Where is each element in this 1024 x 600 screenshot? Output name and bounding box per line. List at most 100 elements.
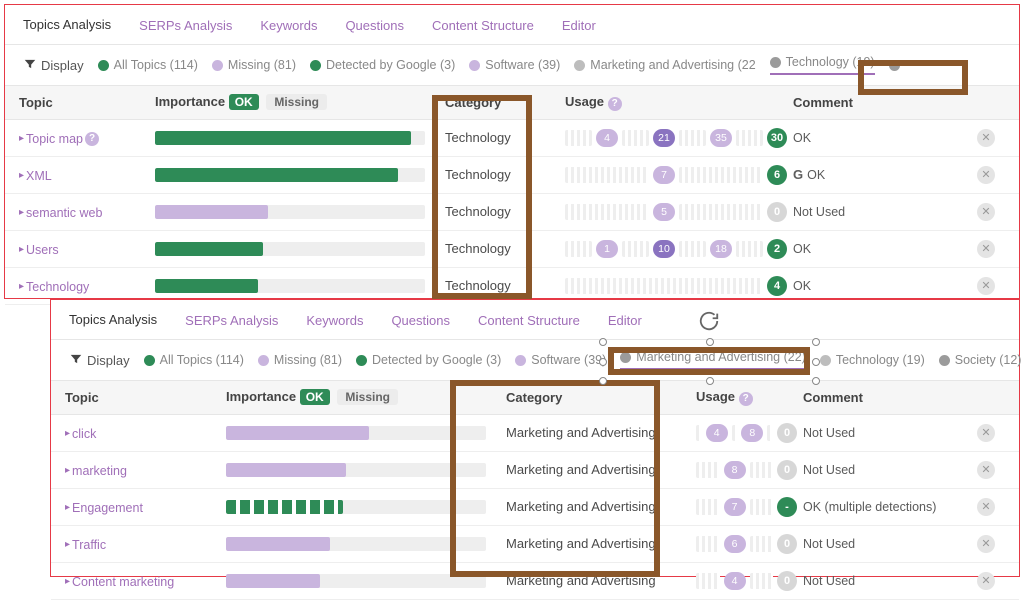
filter-technology[interactable]: Technology (19) [770,55,875,75]
usage-track: 50 [565,202,787,222]
tab-topics-analysis[interactable]: Topics Analysis [23,17,111,44]
topic-link[interactable]: ▸marketing [65,464,127,478]
topic-link[interactable]: ▸semantic web [19,206,102,220]
ok-badge[interactable]: OK [300,389,330,405]
ok-badge[interactable]: OK [229,94,259,110]
remove-row-button[interactable]: ✕ [977,240,995,258]
filter-all-topics[interactable]: All Topics (114) [144,353,244,367]
comment-text: GOK [793,168,825,182]
remove-row-button[interactable]: ✕ [977,461,995,479]
remove-row-button[interactable]: ✕ [977,129,995,147]
col-topic: Topic [19,95,149,110]
usage-count-badge: - [777,497,797,517]
tab-keywords[interactable]: Keywords [260,18,317,43]
usage-track: 60 [696,534,797,554]
topic-link[interactable]: ▸Content marketing [65,575,174,589]
tab-serps-analysis[interactable]: SERPs Analysis [185,313,278,338]
usage-pill: 10 [653,240,675,258]
topic-link[interactable]: ▸XML [19,169,52,183]
tab-questions[interactable]: Questions [391,313,450,338]
tab-content-structure[interactable]: Content Structure [432,18,534,43]
category-cell: Technology [439,130,559,145]
filter-marketing[interactable]: Marketing and Advertising (22 [574,58,755,72]
filter-software[interactable]: Software (39) [515,353,606,367]
usage-count-badge: 2 [767,239,787,259]
col-category: Category [500,390,690,405]
usage-pill: 21 [653,129,675,147]
category-cell: Marketing and Advertising [500,462,690,477]
tab-serps-analysis[interactable]: SERPs Analysis [139,18,232,43]
caret-right-icon: ▸ [19,281,24,292]
remove-row-button[interactable]: ✕ [977,277,995,295]
tab-content-structure[interactable]: Content Structure [478,313,580,338]
dot-icon [889,60,900,71]
google-icon: G [793,167,803,182]
usage-pill: 5 [653,203,675,221]
funnel-icon [69,352,83,369]
remove-row-button[interactable]: ✕ [977,203,995,221]
usage-count-badge: 0 [777,460,797,480]
importance-bar [226,500,486,514]
category-cell: Technology [439,167,559,182]
col-importance: Importance OK Missing [220,389,500,405]
table-header: Topic Importance OK Missing Category Usa… [51,381,1019,415]
usage-count-badge: 0 [777,423,797,443]
usage-pill: 6 [724,535,746,553]
dot-icon [258,355,269,366]
table-row: ▸UsersTechnology110182OK✕ [5,231,1019,268]
filter-missing[interactable]: Missing (81) [212,58,296,72]
caret-right-icon: ▸ [19,244,24,255]
filter-all-topics[interactable]: All Topics (114) [98,58,198,72]
col-usage: Usage ? [559,94,787,111]
topic-link[interactable]: ▸Technology [19,280,89,294]
comment-text: OK [793,131,811,145]
filter-society[interactable]: Society (12) [939,353,1022,367]
comment-text: Not Used [803,574,855,588]
tab-topics-analysis[interactable]: Topics Analysis [69,312,157,339]
topic-link[interactable]: ▸Engagement [65,501,143,515]
tab-editor[interactable]: Editor [562,18,596,43]
table-row: ▸marketingMarketing and Advertising80Not… [51,452,1019,489]
filter-detected-google[interactable]: Detected by Google (3) [356,353,501,367]
topic-link[interactable]: ▸Traffic [65,538,106,552]
tab-editor[interactable]: Editor [608,313,642,338]
help-icon[interactable]: ? [739,392,753,406]
table-row: ▸EngagementMarketing and Advertising7-OK… [51,489,1019,526]
col-comment: Comment [787,95,977,110]
col-comment: Comment [797,390,977,405]
topic-link[interactable]: ▸Topic map ? [19,132,99,146]
table-row: ▸semantic webTechnology50Not Used✕ [5,194,1019,231]
caret-right-icon: ▸ [65,428,70,439]
tab-questions[interactable]: Questions [345,18,404,43]
tabs: Topics Analysis SERPs Analysis Keywords … [5,5,1019,45]
filter-detected-google[interactable]: Detected by Google (3) [310,58,455,72]
usage-pill: 7 [724,498,746,516]
remove-row-button[interactable]: ✕ [977,535,995,553]
filter-missing[interactable]: Missing (81) [258,353,342,367]
tab-keywords[interactable]: Keywords [306,313,363,338]
filter-software[interactable]: Software (39) [469,58,560,72]
category-cell: Technology [439,278,559,293]
usage-track: 4213530 [565,128,787,148]
col-usage: Usage ? [690,389,797,406]
topic-link[interactable]: ▸click [65,427,96,441]
help-icon[interactable]: ? [608,97,622,111]
help-icon[interactable]: ? [85,132,99,146]
usage-track: 4 [565,276,787,296]
filter-technology[interactable]: Technology (19) [820,353,925,367]
usage-pill: 35 [710,129,732,147]
comment-text: Not Used [803,537,855,551]
usage-track: 110182 [565,239,787,259]
usage-track: 80 [696,460,797,480]
missing-badge[interactable]: Missing [337,389,398,405]
analysis-panel-marketing: Topics Analysis SERPs Analysis Keywords … [50,299,1020,577]
remove-row-button[interactable]: ✕ [977,498,995,516]
topic-link[interactable]: ▸Users [19,243,59,257]
usage-count-badge: 4 [767,276,787,296]
missing-badge[interactable]: Missing [266,94,327,110]
filter-marketing[interactable]: Marketing and Advertising (22) [620,350,806,370]
remove-row-button[interactable]: ✕ [977,166,995,184]
caret-right-icon: ▸ [19,207,24,218]
caret-right-icon: ▸ [19,170,24,181]
remove-row-button[interactable]: ✕ [977,424,995,442]
